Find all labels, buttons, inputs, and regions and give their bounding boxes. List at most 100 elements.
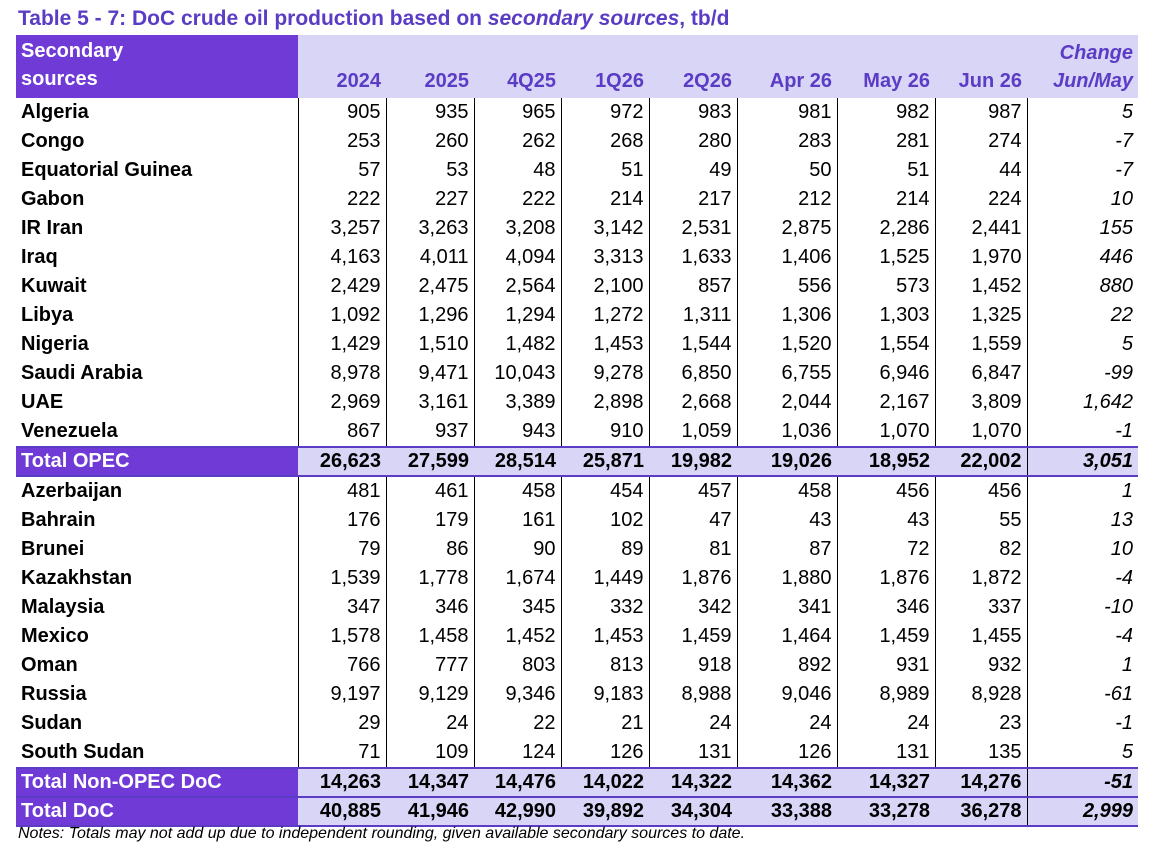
row-value: 1,406	[736, 243, 837, 272]
row-value: 14,263	[298, 767, 386, 798]
row-change: 2,999	[1026, 796, 1138, 827]
row-value: 918	[648, 651, 737, 680]
row-value: 2,531	[648, 214, 737, 243]
row-value: 57	[297, 156, 386, 185]
row-change: 10	[1026, 535, 1138, 564]
row-value: 2,668	[648, 388, 737, 417]
row-change: -7	[1026, 127, 1138, 156]
row-change: 5	[1026, 330, 1138, 359]
row-value: 1,464	[736, 622, 837, 651]
row-value: 458	[736, 476, 837, 506]
row-change: 155	[1026, 214, 1138, 243]
table-row: South Sudan 71 109 124 126 131 126 131 135 5	[16, 738, 1138, 768]
row-value: 932	[934, 651, 1027, 680]
header-col-may26: May 26	[837, 35, 935, 98]
row-value: 458	[473, 476, 561, 506]
row-value: 214	[560, 185, 649, 214]
header-secondary-sources: Secondary sources	[16, 35, 298, 98]
row-label: Malaysia	[21, 596, 105, 618]
row-value: 2,044	[736, 388, 837, 417]
row-value: 28,514	[474, 446, 561, 477]
row-value: 48	[473, 156, 561, 185]
row-value: 135	[934, 738, 1027, 768]
row-change: 880	[1026, 272, 1138, 301]
row-value: 1,452	[473, 622, 561, 651]
row-value: 2,875	[736, 214, 837, 243]
row-value: 2,441	[934, 214, 1027, 243]
row-value: 332	[560, 593, 649, 622]
row-value: 222	[297, 185, 386, 214]
row-value: 71	[297, 738, 386, 768]
row-value: 79	[297, 535, 386, 564]
row-value: 1,559	[934, 330, 1027, 359]
row-change: 1	[1026, 651, 1138, 680]
row-value: 4,163	[297, 243, 386, 272]
row-value: 461	[385, 476, 474, 506]
row-value: 3,161	[385, 388, 474, 417]
row-value: 90	[473, 535, 561, 564]
row-value: 24	[648, 709, 737, 738]
row-value: 803	[473, 651, 561, 680]
row-value: 19,982	[649, 446, 737, 477]
row-value: 72	[836, 535, 935, 564]
row-value: 227	[385, 185, 474, 214]
table-row: Venezuela 867 937 943 910 1,059 1,036 1,070 1,07…	[16, 417, 1138, 447]
row-value: 9,046	[736, 680, 837, 709]
row-change: 13	[1026, 506, 1138, 535]
row-value: 14,022	[561, 767, 649, 798]
title-italic: secondary sources	[487, 7, 680, 30]
header-col-2q26: 2Q26	[649, 35, 737, 98]
row-value: 50	[736, 156, 837, 185]
table-row: Oman 766 777 803 813 918 892 931 932 1	[16, 651, 1138, 680]
row-change: -51	[1026, 767, 1138, 798]
row-value: 342	[648, 593, 737, 622]
row-value: 25,871	[561, 446, 649, 477]
row-value: 1,070	[934, 417, 1027, 447]
row-value: 454	[560, 476, 649, 506]
table-row: Kuwait 2,429 2,475 2,564 2,100 857 556 573 1,452…	[16, 272, 1138, 301]
row-value: 857	[648, 272, 737, 301]
row-value: 2,564	[473, 272, 561, 301]
row-value: 1,070	[836, 417, 935, 447]
row-value: 2,475	[385, 272, 474, 301]
row-value: 982	[836, 98, 935, 127]
row-value: 1,554	[836, 330, 935, 359]
row-change: 22	[1026, 301, 1138, 330]
row-value: 573	[836, 272, 935, 301]
row-value: 931	[836, 651, 935, 680]
row-value: 3,313	[560, 243, 649, 272]
row-value: 24	[836, 709, 935, 738]
row-value: 1,880	[736, 564, 837, 593]
row-value: 1,452	[934, 272, 1027, 301]
table-title: Table 5 - 7: DoC crude oil production ba…	[18, 6, 729, 32]
row-label: Nigeria	[21, 333, 89, 355]
row-value: 981	[736, 98, 837, 127]
row-value: 176	[297, 506, 386, 535]
row-value: 2,969	[297, 388, 386, 417]
row-value: 1,272	[560, 301, 649, 330]
row-value: 1,303	[836, 301, 935, 330]
row-value: 26,623	[298, 446, 386, 477]
row-change: -1	[1026, 417, 1138, 447]
title-suffix: , tb/d	[679, 7, 730, 30]
row-value: 1,544	[648, 330, 737, 359]
row-value: 1,458	[385, 622, 474, 651]
row-value: 179	[385, 506, 474, 535]
row-label: Brunei	[21, 538, 85, 560]
row-value: 2,898	[560, 388, 649, 417]
row-value: 1,525	[836, 243, 935, 272]
row-value: 14,276	[935, 767, 1027, 798]
row-change: -4	[1026, 564, 1138, 593]
row-value: 36,278	[935, 796, 1027, 827]
row-value: 10,043	[473, 359, 561, 388]
row-label: Total OPEC	[16, 446, 298, 477]
row-change: -10	[1026, 593, 1138, 622]
row-value: 9,183	[560, 680, 649, 709]
total-row: Total OPEC 26,623 27,599 28,514 25,871 19,982…	[16, 446, 1138, 477]
row-value: 3,208	[473, 214, 561, 243]
row-value: 253	[297, 127, 386, 156]
row-value: 766	[297, 651, 386, 680]
row-value: 1,311	[648, 301, 737, 330]
row-value: 21	[560, 709, 649, 738]
row-value: 1,482	[473, 330, 561, 359]
